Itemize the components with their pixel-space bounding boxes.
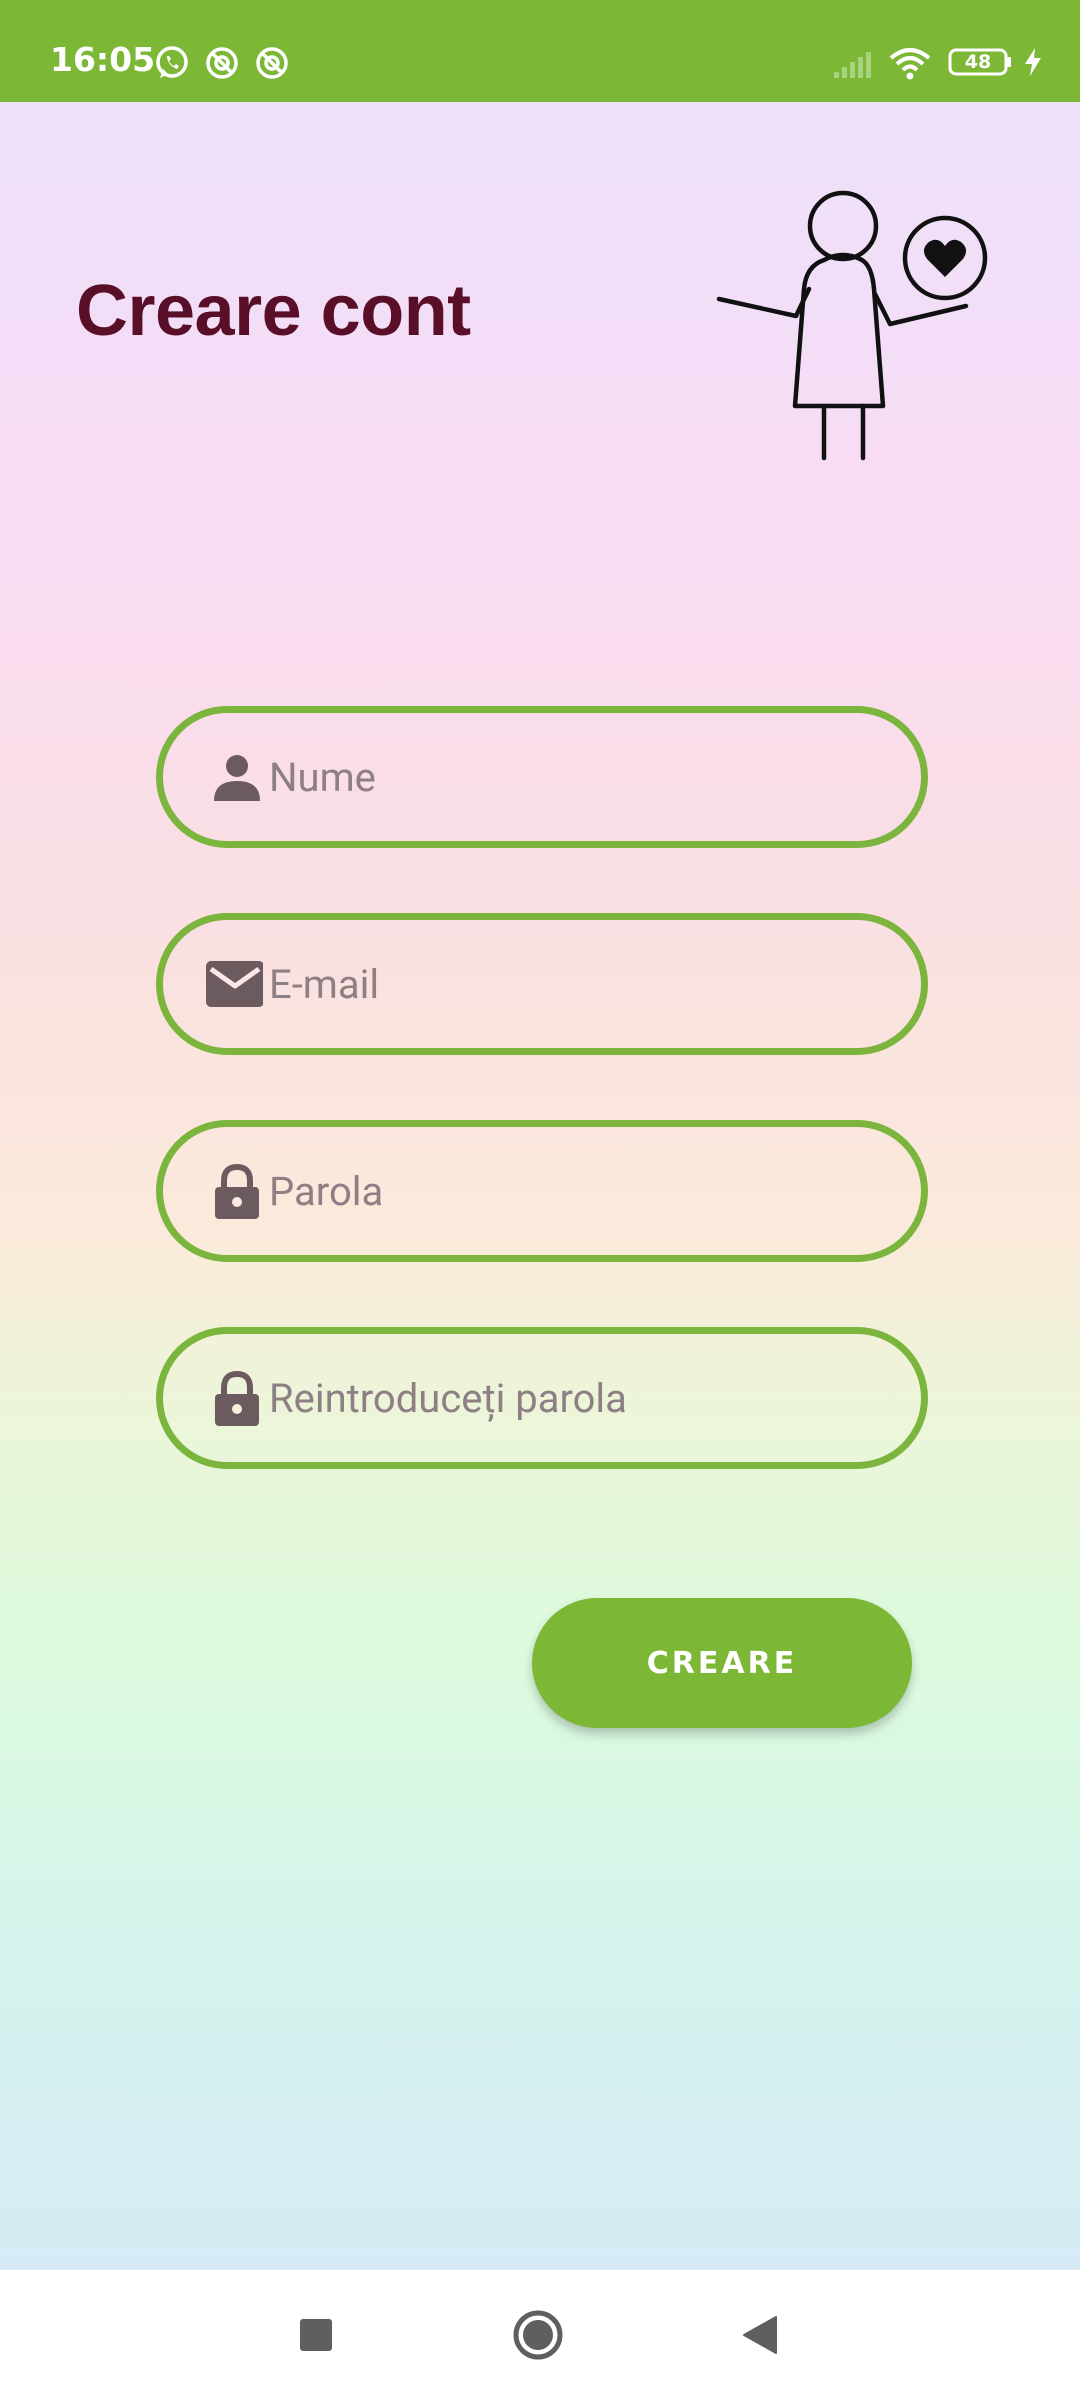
mail-icon <box>206 961 263 1007</box>
lock-icon <box>215 1370 259 1426</box>
password-input[interactable] <box>269 1127 889 1255</box>
lock-icon <box>215 1163 259 1219</box>
back-button[interactable] <box>700 2270 820 2400</box>
navigation-bar <box>0 2270 1080 2400</box>
person-icon <box>214 755 260 801</box>
page-title: Creare cont <box>76 271 471 351</box>
person-with-heart-illustration <box>716 190 988 461</box>
password-field[interactable] <box>156 1120 928 1262</box>
create-account-button[interactable]: CREARE <box>532 1598 912 1728</box>
whatsapp-icon <box>156 46 188 78</box>
email-field[interactable] <box>156 913 928 1055</box>
charging-icon <box>1025 48 1041 76</box>
signal-icon <box>834 52 871 78</box>
confirm-password-field[interactable] <box>156 1327 928 1469</box>
email-input[interactable] <box>269 920 889 1048</box>
home-button[interactable] <box>478 2270 598 2400</box>
recents-square-icon <box>300 2319 332 2351</box>
home-circle-icon <box>513 2310 563 2360</box>
recents-button[interactable] <box>256 2270 376 2400</box>
create-account-screen: Creare cont Nume E-mail CREARE <box>0 102 1080 2270</box>
wifi-icon <box>889 48 931 80</box>
battery-icon: 48 <box>948 48 1011 76</box>
name-input[interactable] <box>269 713 889 841</box>
battery-level: 48 <box>964 51 992 73</box>
app-notification-icon <box>206 47 238 79</box>
name-field[interactable] <box>156 706 928 848</box>
confirm-password-input[interactable] <box>269 1334 889 1462</box>
status-time: 16:05 <box>50 40 156 79</box>
status-bar: 16:05 48 <box>0 0 1080 102</box>
back-triangle-icon <box>743 2316 777 2354</box>
app-notification-icon <box>256 47 288 79</box>
